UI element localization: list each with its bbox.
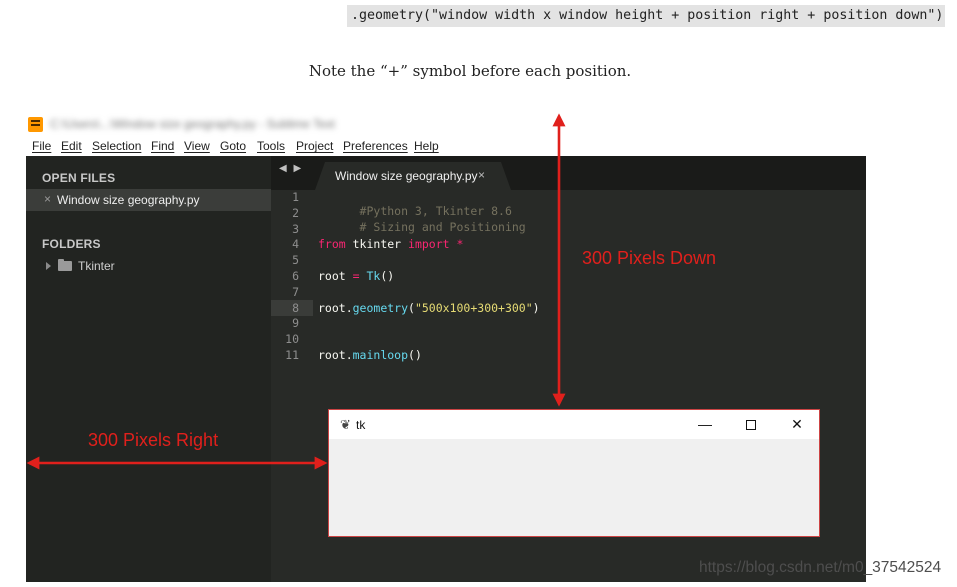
down-label: 300 Pixels Down	[582, 248, 717, 268]
watermark: https://blog.csdn.net/m0_37542524	[699, 559, 942, 576]
right-label: 300 Pixels Right	[88, 430, 219, 450]
annotation-arrows	[26, 113, 566, 470]
